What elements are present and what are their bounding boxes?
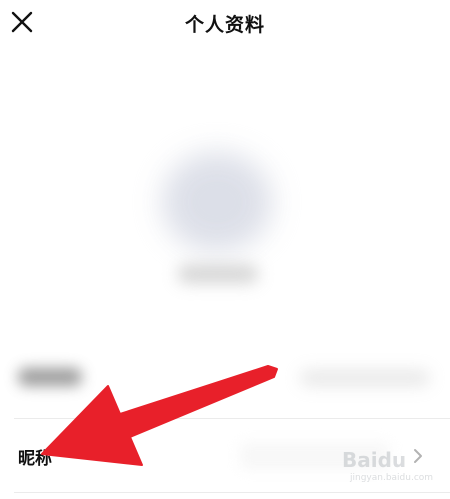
page-title: 个人资料: [184, 14, 265, 36]
divider: [14, 418, 450, 419]
info-row-value-blurred: [300, 370, 430, 386]
header-bar: 个人资料: [0, 0, 450, 48]
nickname-label: 昵称: [18, 449, 52, 469]
divider: [14, 492, 450, 493]
avatar[interactable]: [162, 152, 272, 252]
watermark-brand: Baidu: [342, 448, 407, 472]
watermark: Baidu jingyan.baidu.com: [342, 442, 434, 486]
profile-screen: 个人资料 昵称 Baidu jingyan.baidu.com: [0, 0, 450, 499]
info-row-label-blurred: [18, 368, 82, 386]
watermark-sub: jingyan.baidu.com: [350, 473, 434, 483]
username-placeholder: [178, 265, 258, 283]
